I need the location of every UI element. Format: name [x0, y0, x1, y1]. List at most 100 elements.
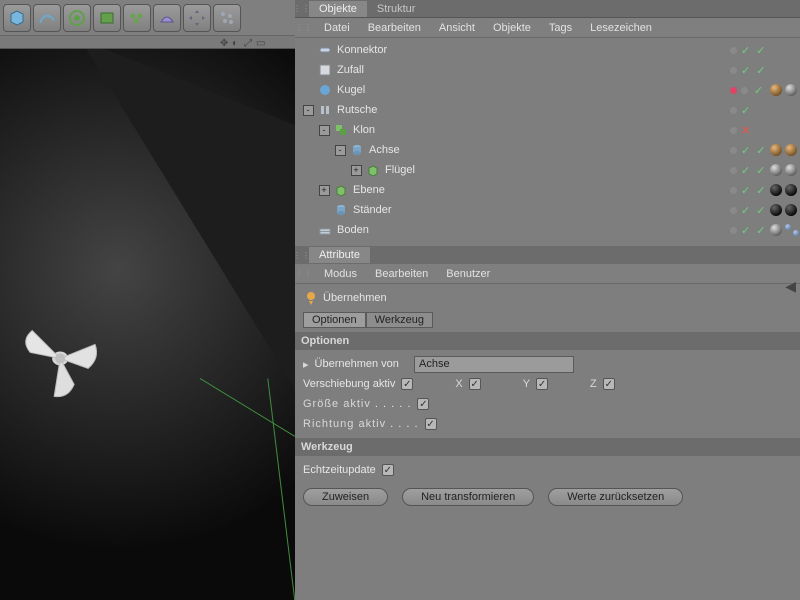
nav-back-icon[interactable]: ◀ [785, 278, 796, 295]
tree-row[interactable]: Konnektor ✓✓ [295, 40, 800, 60]
tree-row[interactable]: - Klon ✕ [295, 120, 800, 140]
object-name[interactable]: Achse [369, 144, 439, 156]
inherit-field[interactable]: Achse [414, 356, 574, 373]
axis-y-check[interactable]: ✓ [536, 378, 548, 390]
menu-edit[interactable]: Bearbeiten [359, 22, 430, 34]
visibility-dots[interactable]: ✓✓ [730, 224, 765, 237]
object-icon [317, 222, 333, 238]
tree-row[interactable]: Ständer ✓✓ [295, 200, 800, 220]
retransform-button[interactable]: Neu transformieren [402, 488, 534, 506]
tool-move-icon[interactable] [183, 4, 211, 32]
tree-row[interactable]: - Achse ✓✓ [295, 140, 800, 160]
3d-viewport[interactable] [0, 48, 295, 600]
menu-objects[interactable]: Objekte [484, 22, 540, 34]
menu-view[interactable]: Ansicht [430, 22, 484, 34]
main-toolbar [0, 0, 295, 36]
menu-mode[interactable]: Modus [315, 268, 366, 280]
object-name[interactable]: Boden [337, 224, 407, 236]
reset-button[interactable]: Werte zurücksetzen [548, 488, 683, 506]
visibility-dots[interactable]: ✓ [730, 84, 763, 97]
right-panel: ⋮⋮ Objekte Struktur ⋮⋮ Datei Bearbeiten … [295, 0, 800, 600]
grip-icon[interactable]: ⋮⋮ [295, 251, 309, 260]
section-tool: Werkzeug [295, 438, 800, 456]
menu-bookmarks[interactable]: Lesezeichen [581, 22, 661, 34]
viewport-mini-controls[interactable]: ✥◐⤢▭ [220, 38, 266, 48]
axis-z-check[interactable]: ✓ [603, 378, 615, 390]
tool-cube-icon[interactable] [3, 4, 31, 32]
visibility-dots[interactable]: ✓ [730, 104, 750, 117]
menu-user[interactable]: Benutzer [437, 268, 499, 280]
object-icon [317, 62, 333, 78]
realtime-label: Echtzeitupdate [303, 464, 376, 476]
size-active-check[interactable]: ✓ [417, 398, 429, 410]
tab-objects[interactable]: Objekte [309, 1, 367, 17]
expand-toggle[interactable]: - [303, 105, 314, 116]
dir-active-check[interactable]: ✓ [425, 418, 437, 430]
tab-structure[interactable]: Struktur [367, 1, 426, 17]
tag-icons[interactable] [770, 184, 800, 196]
object-name[interactable]: Ebene [353, 184, 423, 196]
expand-toggle[interactable]: - [335, 145, 346, 156]
object-name[interactable]: Klon [353, 124, 423, 136]
menu-edit-attr[interactable]: Bearbeiten [366, 268, 437, 280]
visibility-dots[interactable]: ✓✓ [730, 184, 765, 197]
object-icon [333, 182, 349, 198]
axis-y-label: Y [523, 378, 530, 390]
transfer-icon [303, 290, 319, 306]
tree-row[interactable]: + Ebene ✓✓ [295, 180, 800, 200]
tab-attribute[interactable]: Attribute [309, 247, 370, 263]
visibility-dots[interactable]: ✓✓ [730, 144, 765, 157]
expand-toggle[interactable]: - [319, 125, 330, 136]
grip-icon[interactable]: ⋮⋮ [295, 4, 309, 13]
axis-z-label: Z [590, 378, 597, 390]
tool-array-icon[interactable] [123, 4, 151, 32]
axis-x-check[interactable]: ✓ [469, 378, 481, 390]
object-name[interactable]: Ständer [353, 204, 423, 216]
tag-icons[interactable] [770, 144, 800, 156]
object-name[interactable]: Flügel [385, 164, 455, 176]
tool-particles-icon[interactable] [213, 4, 241, 32]
grip-icon[interactable]: ⋮⋮ [297, 23, 311, 32]
disclosure-icon[interactable]: ▸ [303, 358, 309, 371]
expand-toggle[interactable]: + [319, 185, 330, 196]
tree-row[interactable]: - Rutsche ✓ [295, 100, 800, 120]
tag-icons[interactable] [770, 84, 797, 96]
object-icon [333, 202, 349, 218]
tag-icons[interactable] [770, 204, 800, 216]
tree-row[interactable]: Kugel ✓ [295, 80, 800, 100]
inherit-label: Übernehmen von [315, 358, 399, 370]
object-tree[interactable]: Konnektor✓✓Zufall✓✓Kugel✓-Rutsche✓-Klon✕… [295, 38, 800, 246]
visibility-dots[interactable]: ✕ [730, 124, 750, 137]
attr-tab-options[interactable]: Optionen [303, 312, 366, 328]
tree-row[interactable]: Zufall ✓✓ [295, 60, 800, 80]
tool-box-icon[interactable] [93, 4, 121, 32]
object-icon [317, 82, 333, 98]
tool-deformer-icon[interactable] [153, 4, 181, 32]
object-name[interactable]: Rutsche [337, 104, 407, 116]
object-name[interactable]: Zufall [337, 64, 407, 76]
expand-toggle[interactable]: + [351, 165, 362, 176]
object-icon [333, 122, 349, 138]
tool-nurbs-icon[interactable] [63, 4, 91, 32]
object-name[interactable]: Konnektor [337, 44, 407, 56]
tool-curve-icon[interactable] [33, 4, 61, 32]
visibility-dots[interactable]: ✓✓ [730, 44, 765, 57]
translate-active-check[interactable]: ✓ [401, 378, 413, 390]
tag-icons[interactable] [770, 224, 799, 236]
tag-icons[interactable] [770, 164, 800, 176]
grip-icon[interactable]: ⋮⋮ [297, 269, 311, 278]
visibility-dots[interactable]: ✓✓ [730, 204, 765, 217]
assign-button[interactable]: Zuweisen [303, 488, 388, 506]
visibility-dots[interactable]: ✓✓ [730, 164, 765, 177]
attr-tab-tool[interactable]: Werkzeug [366, 312, 433, 328]
tree-row[interactable]: Boden ✓✓ [295, 220, 800, 240]
size-active-label: Größe aktiv . . . . . [303, 398, 411, 410]
realtime-check[interactable]: ✓ [382, 464, 394, 476]
visibility-dots[interactable]: ✓✓ [730, 64, 765, 77]
objects-tabs: ⋮⋮ Objekte Struktur [295, 0, 800, 18]
object-icon [365, 162, 381, 178]
object-name[interactable]: Kugel [337, 84, 407, 96]
menu-file[interactable]: Datei [315, 22, 359, 34]
menu-tags[interactable]: Tags [540, 22, 581, 34]
tree-row[interactable]: + Flügel ✓✓ [295, 160, 800, 180]
